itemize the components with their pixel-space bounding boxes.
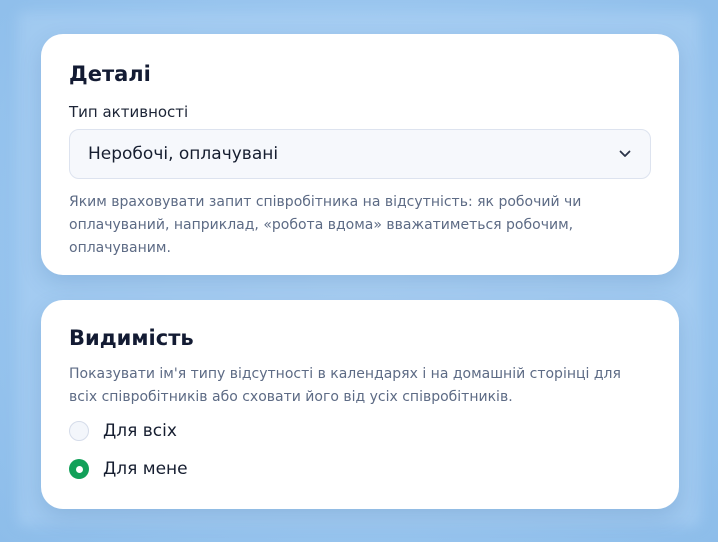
visibility-title: Видимість bbox=[69, 326, 194, 350]
details-card: Деталі Тип активності Неробочі, оплачува… bbox=[41, 34, 679, 275]
activity-type-value: Неробочі, оплачувані bbox=[88, 144, 279, 164]
visibility-option-me[interactable]: Для мене bbox=[69, 454, 651, 484]
visibility-card: Видимість Показувати ім'я типу відсутнос… bbox=[41, 300, 679, 509]
radio-unchecked-icon[interactable] bbox=[69, 421, 89, 441]
visibility-help: Показувати ім'я типу відсутності в кален… bbox=[69, 366, 621, 405]
details-title: Деталі bbox=[69, 62, 151, 86]
visibility-options: Для всіх Для мене bbox=[69, 416, 651, 484]
activity-type-select[interactable]: Неробочі, оплачувані bbox=[69, 129, 651, 179]
chevron-down-icon bbox=[618, 147, 632, 161]
visibility-option-everyone[interactable]: Для всіх bbox=[69, 416, 651, 446]
activity-type-help: Яким враховувати запит співробітника на … bbox=[69, 194, 582, 256]
radio-checked-icon[interactable] bbox=[69, 459, 89, 479]
activity-type-label: Тип активності bbox=[69, 103, 189, 121]
visibility-option-label: Для всіх bbox=[103, 421, 177, 441]
visibility-option-label: Для мене bbox=[103, 459, 188, 479]
